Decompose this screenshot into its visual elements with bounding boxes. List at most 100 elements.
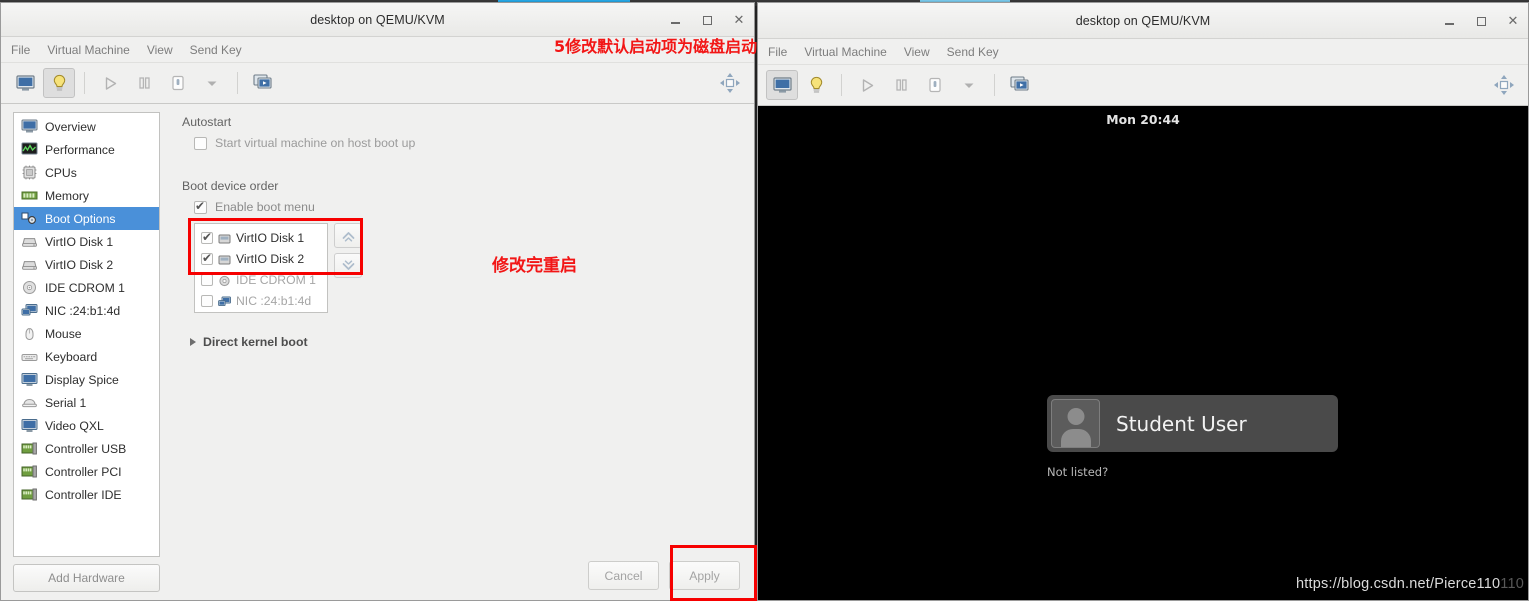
disk-icon — [218, 232, 231, 244]
sidebar-item-virtio-disk-2[interactable]: VirtIO Disk 2 — [14, 253, 159, 276]
boot-device-label: NIC :24:b1:4d — [236, 293, 312, 308]
show-console-view-button[interactable] — [9, 68, 41, 98]
sidebar-item-serial-1[interactable]: Serial 1 — [14, 391, 159, 414]
pause-vm-button[interactable] — [885, 70, 917, 100]
boot-device-label: IDE CDROM 1 — [236, 272, 316, 287]
boot-device-checkbox[interactable] — [201, 251, 213, 265]
menu-virtual-machine[interactable]: Virtual Machine — [804, 45, 887, 59]
sidebar-item-mouse[interactable]: Mouse — [14, 322, 159, 345]
direct-kernel-boot-expander[interactable]: Direct kernel boot — [182, 335, 740, 349]
menu-file[interactable]: File — [768, 45, 787, 59]
user-list-item[interactable]: Student User — [1047, 395, 1338, 452]
play-icon — [105, 76, 116, 90]
maximize-button[interactable] — [698, 11, 716, 29]
show-console-view-button[interactable] — [766, 70, 798, 100]
move-up-button[interactable] — [334, 223, 362, 248]
add-hardware-button[interactable]: Add Hardware — [13, 564, 160, 592]
sidebar-item-cpus[interactable]: CPUs — [14, 161, 159, 184]
sidebar-item-keyboard[interactable]: Keyboard — [14, 345, 159, 368]
left-window-title: desktop on QEMU/KVM — [310, 12, 445, 27]
minimize-button[interactable] — [1440, 12, 1458, 30]
dialog-button-row: Cancel Apply — [588, 561, 740, 590]
close-button[interactable]: ✕ — [1504, 12, 1522, 30]
sidebar-item-display-spice[interactable]: Display Spice — [14, 368, 159, 391]
run-vm-button[interactable] — [851, 70, 883, 100]
close-button[interactable]: ✕ — [730, 11, 748, 29]
snapshots-button[interactable] — [1004, 70, 1036, 100]
boot-order-section-title: Boot device order — [182, 179, 279, 193]
snapshots-button[interactable] — [247, 68, 279, 98]
keyboard-icon — [21, 349, 38, 364]
right-window-titlebar[interactable]: desktop on QEMU/KVM ✕ — [758, 3, 1528, 39]
show-details-view-button[interactable] — [800, 70, 832, 100]
menu-send-key[interactable]: Send Key — [190, 43, 242, 57]
fullscreen-button[interactable] — [1488, 70, 1520, 100]
right-toolbar — [758, 65, 1528, 106]
sidebar-item-overview[interactable]: Overview — [14, 115, 159, 138]
fullscreen-icon — [1494, 75, 1514, 95]
virt-manager-details-window[interactable]: desktop on QEMU/KVM ✕ File Virtual Machi… — [0, 2, 755, 601]
display-icon — [21, 372, 38, 387]
shutdown-vm-button[interactable] — [919, 70, 951, 100]
sidebar-item-controller-usb[interactable]: Controller USB — [14, 437, 159, 460]
sidebar-item-ide-cdrom-1[interactable]: IDE CDROM 1 — [14, 276, 159, 299]
sidebar-item-label: Serial 1 — [45, 395, 87, 410]
boot-device-order-area: VirtIO Disk 1 VirtIO Disk 2 — [194, 223, 740, 313]
sidebar-item-nic[interactable]: NIC :24:b1:4d — [14, 299, 159, 322]
sidebar-item-label: Controller PCI — [45, 464, 122, 479]
pause-vm-button[interactable] — [128, 68, 160, 98]
cancel-button[interactable]: Cancel — [588, 561, 659, 590]
cdrom-icon — [218, 274, 231, 286]
boot-device-list[interactable]: VirtIO Disk 1 VirtIO Disk 2 — [194, 223, 328, 313]
boot-menu-checkbox[interactable] — [194, 199, 207, 214]
not-listed-link[interactable]: Not listed? — [1047, 465, 1338, 479]
left-window-body: Overview Performance CPUs Memory Boot Op… — [1, 104, 754, 600]
power-icon — [172, 75, 184, 91]
menu-view[interactable]: View — [147, 43, 173, 57]
hardware-list[interactable]: Overview Performance CPUs Memory Boot Op… — [13, 112, 160, 557]
boot-menu-checkbox-row[interactable]: Enable boot menu — [182, 199, 740, 214]
autostart-checkbox-row[interactable]: Start virtual machine on host boot up — [182, 136, 740, 150]
boot-device-row[interactable]: NIC :24:b1:4d — [195, 290, 327, 311]
show-details-view-button[interactable] — [43, 68, 75, 98]
menu-file[interactable]: File — [11, 43, 30, 57]
boot-device-row[interactable]: VirtIO Disk 2 — [195, 248, 327, 269]
chevron-down-icon — [342, 259, 354, 270]
shutdown-options-button[interactable] — [196, 68, 228, 98]
apply-button[interactable]: Apply — [669, 561, 740, 590]
fullscreen-button[interactable] — [714, 68, 746, 98]
guest-console-screen[interactable]: Mon 20:44 Student User Not listed? https… — [758, 106, 1528, 600]
menu-send-key[interactable]: Send Key — [947, 45, 999, 59]
boot-device-checkbox[interactable] — [201, 294, 213, 307]
right-window-title: desktop on QEMU/KVM — [1075, 13, 1211, 28]
shutdown-vm-button[interactable] — [162, 68, 194, 98]
sidebar-item-controller-pci[interactable]: Controller PCI — [14, 460, 159, 483]
sidebar-item-memory[interactable]: Memory — [14, 184, 159, 207]
right-window-controls: ✕ — [1440, 3, 1522, 39]
sidebar-item-virtio-disk-1[interactable]: VirtIO Disk 1 — [14, 230, 159, 253]
boot-device-row[interactable]: VirtIO Disk 1 — [195, 227, 327, 248]
sidebar-item-performance[interactable]: Performance — [14, 138, 159, 161]
fullscreen-icon — [720, 73, 740, 93]
boot-device-row[interactable]: IDE CDROM 1 — [195, 269, 327, 290]
sidebar-item-controller-ide[interactable]: Controller IDE — [14, 483, 159, 506]
virt-manager-console-window[interactable]: desktop on QEMU/KVM ✕ File Virtual Machi… — [757, 2, 1529, 601]
boot-device-checkbox[interactable] — [201, 230, 213, 244]
shutdown-options-button[interactable] — [953, 70, 985, 100]
autostart-section-title: Autostart — [182, 115, 232, 129]
login-selector: Student User Not listed? — [1047, 395, 1338, 479]
sidebar-item-label: Boot Options — [45, 211, 116, 226]
annotation-top-note: 5修改默认启动项为磁盘启动 — [554, 37, 758, 56]
boot-device-checkbox[interactable] — [201, 273, 213, 286]
sidebar-item-video-qxl[interactable]: Video QXL — [14, 414, 159, 437]
run-vm-button[interactable] — [94, 68, 126, 98]
menu-virtual-machine[interactable]: Virtual Machine — [47, 43, 130, 57]
maximize-button[interactable] — [1472, 12, 1490, 30]
left-window-titlebar[interactable]: desktop on QEMU/KVM ✕ — [1, 3, 754, 37]
menu-view[interactable]: View — [904, 45, 930, 59]
autostart-checkbox[interactable] — [194, 136, 207, 150]
move-down-button[interactable] — [334, 253, 362, 278]
hardware-sidebar: Overview Performance CPUs Memory Boot Op… — [1, 104, 168, 600]
minimize-button[interactable] — [666, 11, 684, 29]
sidebar-item-boot-options[interactable]: Boot Options — [14, 207, 159, 230]
